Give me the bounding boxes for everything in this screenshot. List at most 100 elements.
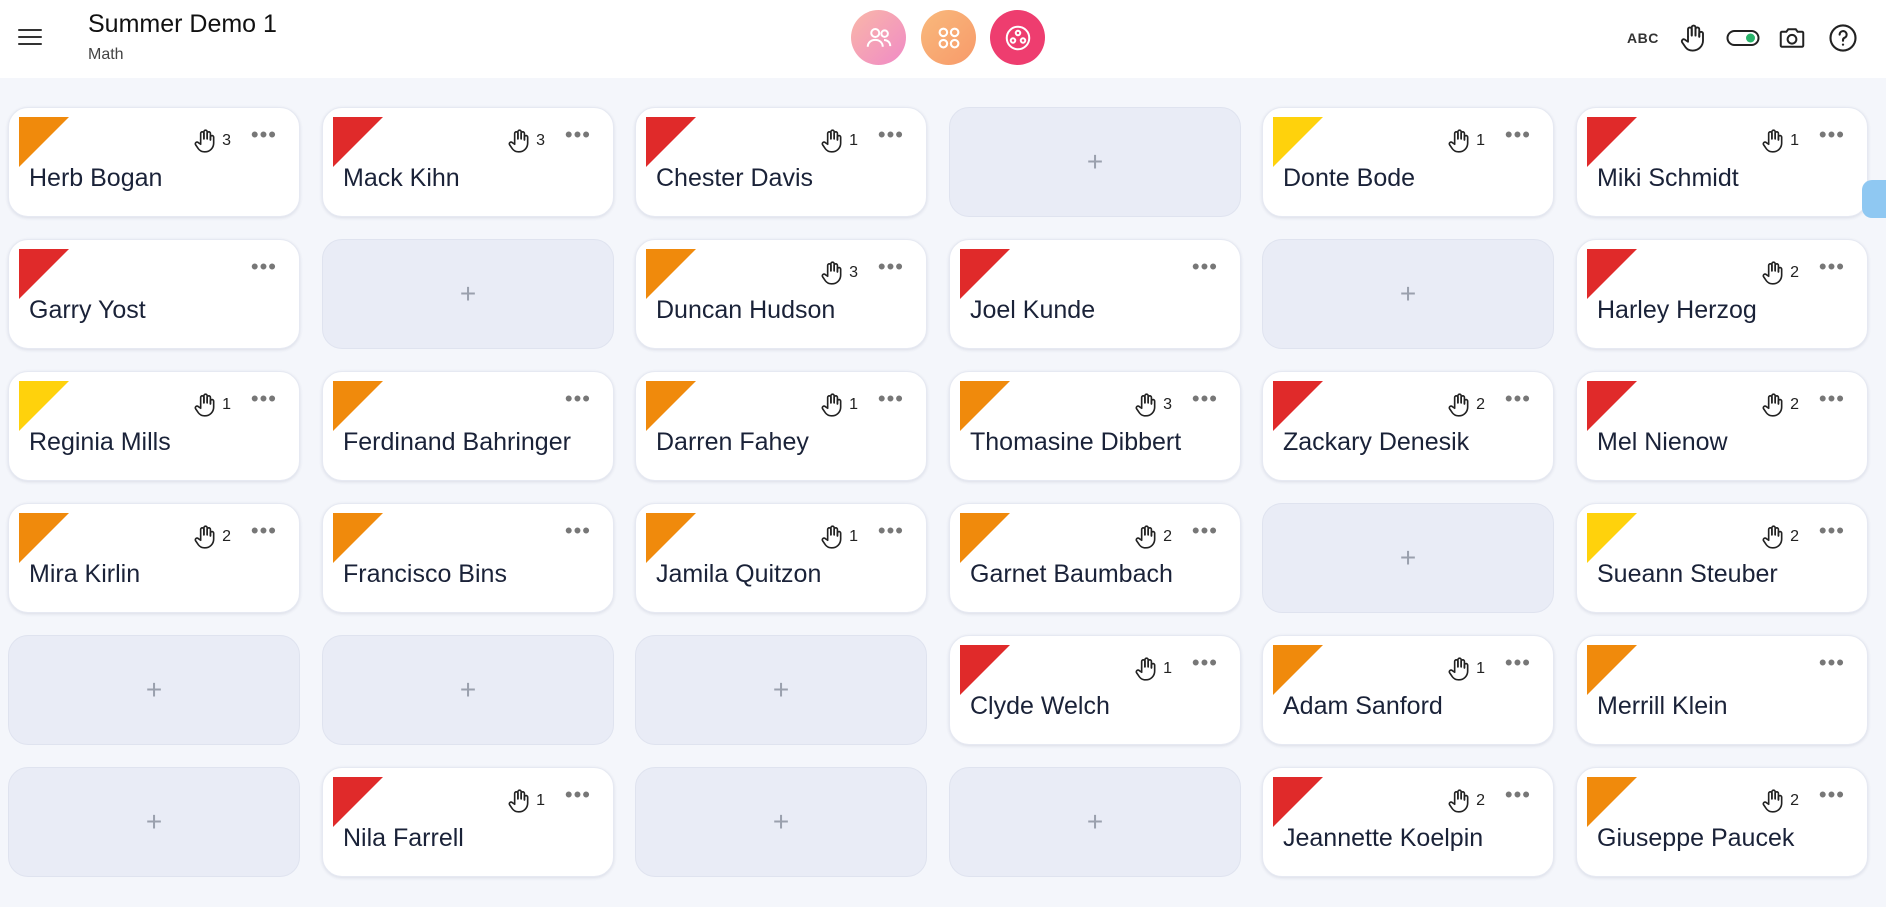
student-card[interactable]: 1 ••• Nila Farrell: [322, 767, 614, 877]
hand-count: 2: [1790, 264, 1799, 281]
student-card[interactable]: 1 ••• Jamila Quitzon: [635, 503, 927, 613]
red-flag-icon: [1273, 777, 1323, 827]
empty-seat[interactable]: +: [322, 635, 614, 745]
hand-icon: [1448, 789, 1469, 813]
more-options-icon[interactable]: •••: [565, 520, 591, 542]
red-flag-icon: [19, 249, 69, 299]
more-options-icon[interactable]: •••: [251, 388, 277, 410]
more-options-icon[interactable]: •••: [1505, 652, 1531, 674]
empty-seat[interactable]: +: [949, 767, 1241, 877]
top-bar: Summer Demo 1 Math ABC: [0, 0, 1886, 78]
hand-icon: [194, 129, 215, 153]
toggle-icon: [1726, 30, 1760, 46]
hand-count: 1: [849, 396, 858, 413]
side-panel-tab[interactable]: [1862, 180, 1886, 218]
student-card[interactable]: ••• Francisco Bins: [322, 503, 614, 613]
student-card[interactable]: 1 ••• Donte Bode: [1262, 107, 1554, 217]
more-options-icon[interactable]: •••: [251, 256, 277, 278]
more-options-icon[interactable]: •••: [1505, 388, 1531, 410]
student-card[interactable]: 2 ••• Mira Kirlin: [8, 503, 300, 613]
add-student-icon: +: [459, 674, 477, 705]
hand-raise-indicator: 2: [1760, 524, 1799, 550]
student-card[interactable]: 1 ••• Chester Davis: [635, 107, 927, 217]
student-card[interactable]: 2 ••• Sueann Steuber: [1576, 503, 1868, 613]
student-card[interactable]: 2 ••• Jeannette Koelpin: [1262, 767, 1554, 877]
empty-seat[interactable]: +: [8, 635, 300, 745]
empty-seat[interactable]: +: [1262, 503, 1554, 613]
hand-count: 2: [1163, 528, 1172, 545]
more-options-icon[interactable]: •••: [1819, 520, 1845, 542]
more-options-icon[interactable]: •••: [251, 520, 277, 542]
student-card[interactable]: 2 ••• Garnet Baumbach: [949, 503, 1241, 613]
student-card[interactable]: 2 ••• Mel Nienow: [1576, 371, 1868, 481]
student-card[interactable]: 2 ••• Harley Herzog: [1576, 239, 1868, 349]
empty-seat[interactable]: +: [1262, 239, 1554, 349]
student-card[interactable]: ••• Joel Kunde: [949, 239, 1241, 349]
student-card[interactable]: 1 ••• Reginia Mills: [8, 371, 300, 481]
hand-raise-indicator: 2: [1133, 524, 1172, 550]
student-card[interactable]: 1 ••• Adam Sanford: [1262, 635, 1554, 745]
hand-icon: [1762, 393, 1783, 417]
more-options-icon[interactable]: •••: [1819, 388, 1845, 410]
student-card[interactable]: 2 ••• Giuseppe Paucek: [1576, 767, 1868, 877]
student-card[interactable]: 1 ••• Darren Fahey: [635, 371, 927, 481]
more-options-icon[interactable]: •••: [878, 388, 904, 410]
hamburger-menu-icon[interactable]: [18, 24, 48, 54]
more-options-icon[interactable]: •••: [1505, 124, 1531, 146]
abc-sort-button[interactable]: ABC: [1627, 22, 1659, 54]
add-student-icon: +: [772, 806, 790, 837]
student-name: Sueann Steuber: [1597, 560, 1778, 588]
hand-raise-button[interactable]: [1678, 22, 1708, 54]
more-options-icon[interactable]: •••: [565, 388, 591, 410]
more-options-icon[interactable]: •••: [251, 124, 277, 146]
student-card[interactable]: 3 ••• Duncan Hudson: [635, 239, 927, 349]
more-options-icon[interactable]: •••: [878, 520, 904, 542]
empty-seat[interactable]: +: [635, 767, 927, 877]
student-card[interactable]: 2 ••• Zackary Denesik: [1262, 371, 1554, 481]
more-options-icon[interactable]: •••: [565, 124, 591, 146]
more-options-icon[interactable]: •••: [1505, 784, 1531, 806]
orange-flag-icon: [19, 117, 69, 167]
empty-seat[interactable]: +: [8, 767, 300, 877]
help-button[interactable]: [1828, 22, 1858, 54]
camera-button[interactable]: [1777, 22, 1807, 54]
hand-raise-indicator: 2: [1760, 260, 1799, 286]
student-card[interactable]: ••• Ferdinand Bahringer: [322, 371, 614, 481]
student-card[interactable]: 1 ••• Clyde Welch: [949, 635, 1241, 745]
empty-seat[interactable]: +: [635, 635, 927, 745]
student-card[interactable]: 1 ••• Miki Schmidt: [1576, 107, 1868, 217]
hand-icon: [1135, 393, 1156, 417]
more-options-icon[interactable]: •••: [1192, 520, 1218, 542]
more-options-icon[interactable]: •••: [1819, 784, 1845, 806]
more-options-icon[interactable]: •••: [878, 124, 904, 146]
student-card[interactable]: 3 ••• Thomasine Dibbert: [949, 371, 1241, 481]
add-student-icon: +: [459, 278, 477, 309]
more-options-icon[interactable]: •••: [878, 256, 904, 278]
yellow-flag-icon: [1273, 117, 1323, 167]
student-card[interactable]: 3 ••• Herb Bogan: [8, 107, 300, 217]
toggle-switch[interactable]: [1726, 22, 1760, 54]
empty-seat[interactable]: +: [322, 239, 614, 349]
student-name: Francisco Bins: [343, 560, 507, 588]
students-mode-button[interactable]: [851, 10, 906, 65]
random-mode-button[interactable]: [990, 10, 1045, 65]
hand-count: 2: [1476, 792, 1485, 809]
student-name: Reginia Mills: [29, 428, 171, 456]
class-title: Summer Demo 1: [88, 10, 277, 38]
more-options-icon[interactable]: •••: [1819, 652, 1845, 674]
hand-raise-indicator: 2: [1446, 392, 1485, 418]
more-options-icon[interactable]: •••: [565, 784, 591, 806]
empty-seat[interactable]: +: [949, 107, 1241, 217]
student-card[interactable]: ••• Merrill Klein: [1576, 635, 1868, 745]
student-card[interactable]: 3 ••• Mack Kihn: [322, 107, 614, 217]
more-options-icon[interactable]: •••: [1819, 256, 1845, 278]
hand-icon: [1762, 261, 1783, 285]
groups-mode-button[interactable]: [921, 10, 976, 65]
student-card[interactable]: ••• Garry Yost: [8, 239, 300, 349]
hand-count: 2: [1790, 396, 1799, 413]
more-options-icon[interactable]: •••: [1819, 124, 1845, 146]
hand-count: 3: [849, 264, 858, 281]
more-options-icon[interactable]: •••: [1192, 388, 1218, 410]
more-options-icon[interactable]: •••: [1192, 256, 1218, 278]
more-options-icon[interactable]: •••: [1192, 652, 1218, 674]
